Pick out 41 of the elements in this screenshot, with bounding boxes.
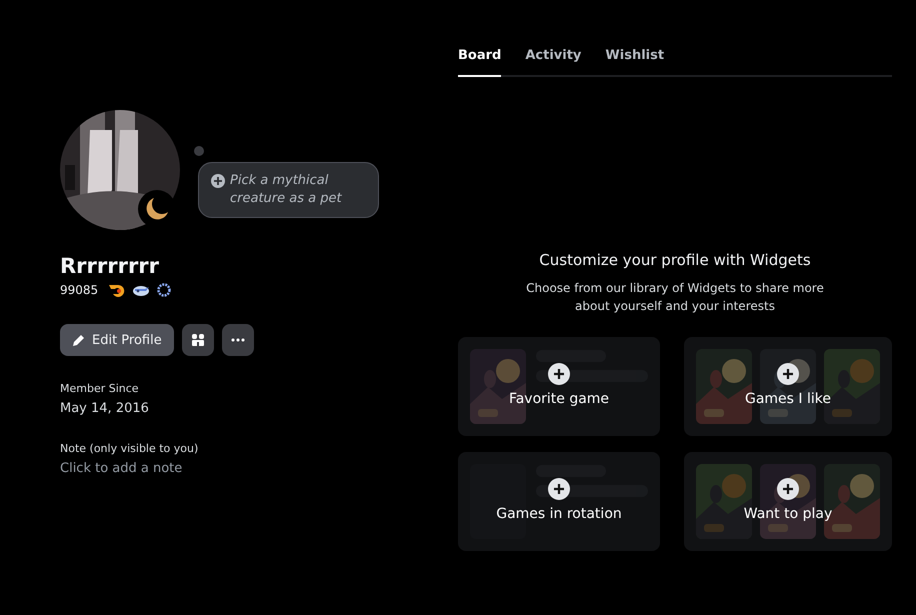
note-label: Note (only visible to you) <box>60 442 200 455</box>
placeholder-line <box>536 464 606 476</box>
widget-card[interactable]: Want to play <box>684 452 892 551</box>
wreath-icon <box>156 282 172 298</box>
plus-icon <box>553 482 565 494</box>
thought-dot <box>194 146 204 156</box>
plus-icon <box>782 482 794 494</box>
add-button[interactable] <box>777 478 799 500</box>
user-tag: 99085 <box>60 283 98 297</box>
flame-icon <box>108 283 126 297</box>
placeholder-line <box>536 350 606 362</box>
friends-button[interactable] <box>182 324 214 356</box>
plus-icon <box>553 368 565 380</box>
pencil-icon <box>72 333 86 347</box>
bird-icon <box>132 283 150 297</box>
widgets-description: Choose from our library of Widgets to share more about yourself and your interests <box>525 280 825 315</box>
widget-card[interactable]: Games I like <box>684 337 892 436</box>
widget-label: Want to play <box>744 506 832 522</box>
member-since-label: Member Since <box>60 382 140 395</box>
more-icon <box>230 338 245 342</box>
display-name: Rrrrrrrrr <box>60 254 160 278</box>
more-button[interactable] <box>222 324 254 356</box>
note-field[interactable]: Click to add a note <box>60 461 398 476</box>
status-bubble[interactable]: Pick a mythical creature as a pet <box>198 162 379 218</box>
widget-card[interactable]: Games in rotation <box>458 452 660 551</box>
tab[interactable]: Wishlist <box>605 44 664 77</box>
add-button[interactable] <box>777 362 799 384</box>
tab[interactable]: Board <box>458 44 502 77</box>
plus-circle-icon <box>211 174 225 188</box>
widget-label: Favorite game <box>508 390 610 406</box>
widget-label: Games in rotation <box>496 506 622 522</box>
widget-card[interactable]: Favorite game <box>458 337 660 436</box>
people-icon <box>190 333 205 347</box>
plus-icon <box>782 368 794 380</box>
add-button[interactable] <box>548 478 570 500</box>
widget-label: Games I like <box>744 390 831 406</box>
tab[interactable]: Activity <box>525 44 582 77</box>
add-button[interactable] <box>548 362 570 384</box>
member-since-date: May 14, 2016 <box>60 401 150 416</box>
edit-profile-button[interactable]: Edit Profile <box>60 324 174 356</box>
widgets-title: Customize your profile with Widgets <box>538 251 812 269</box>
